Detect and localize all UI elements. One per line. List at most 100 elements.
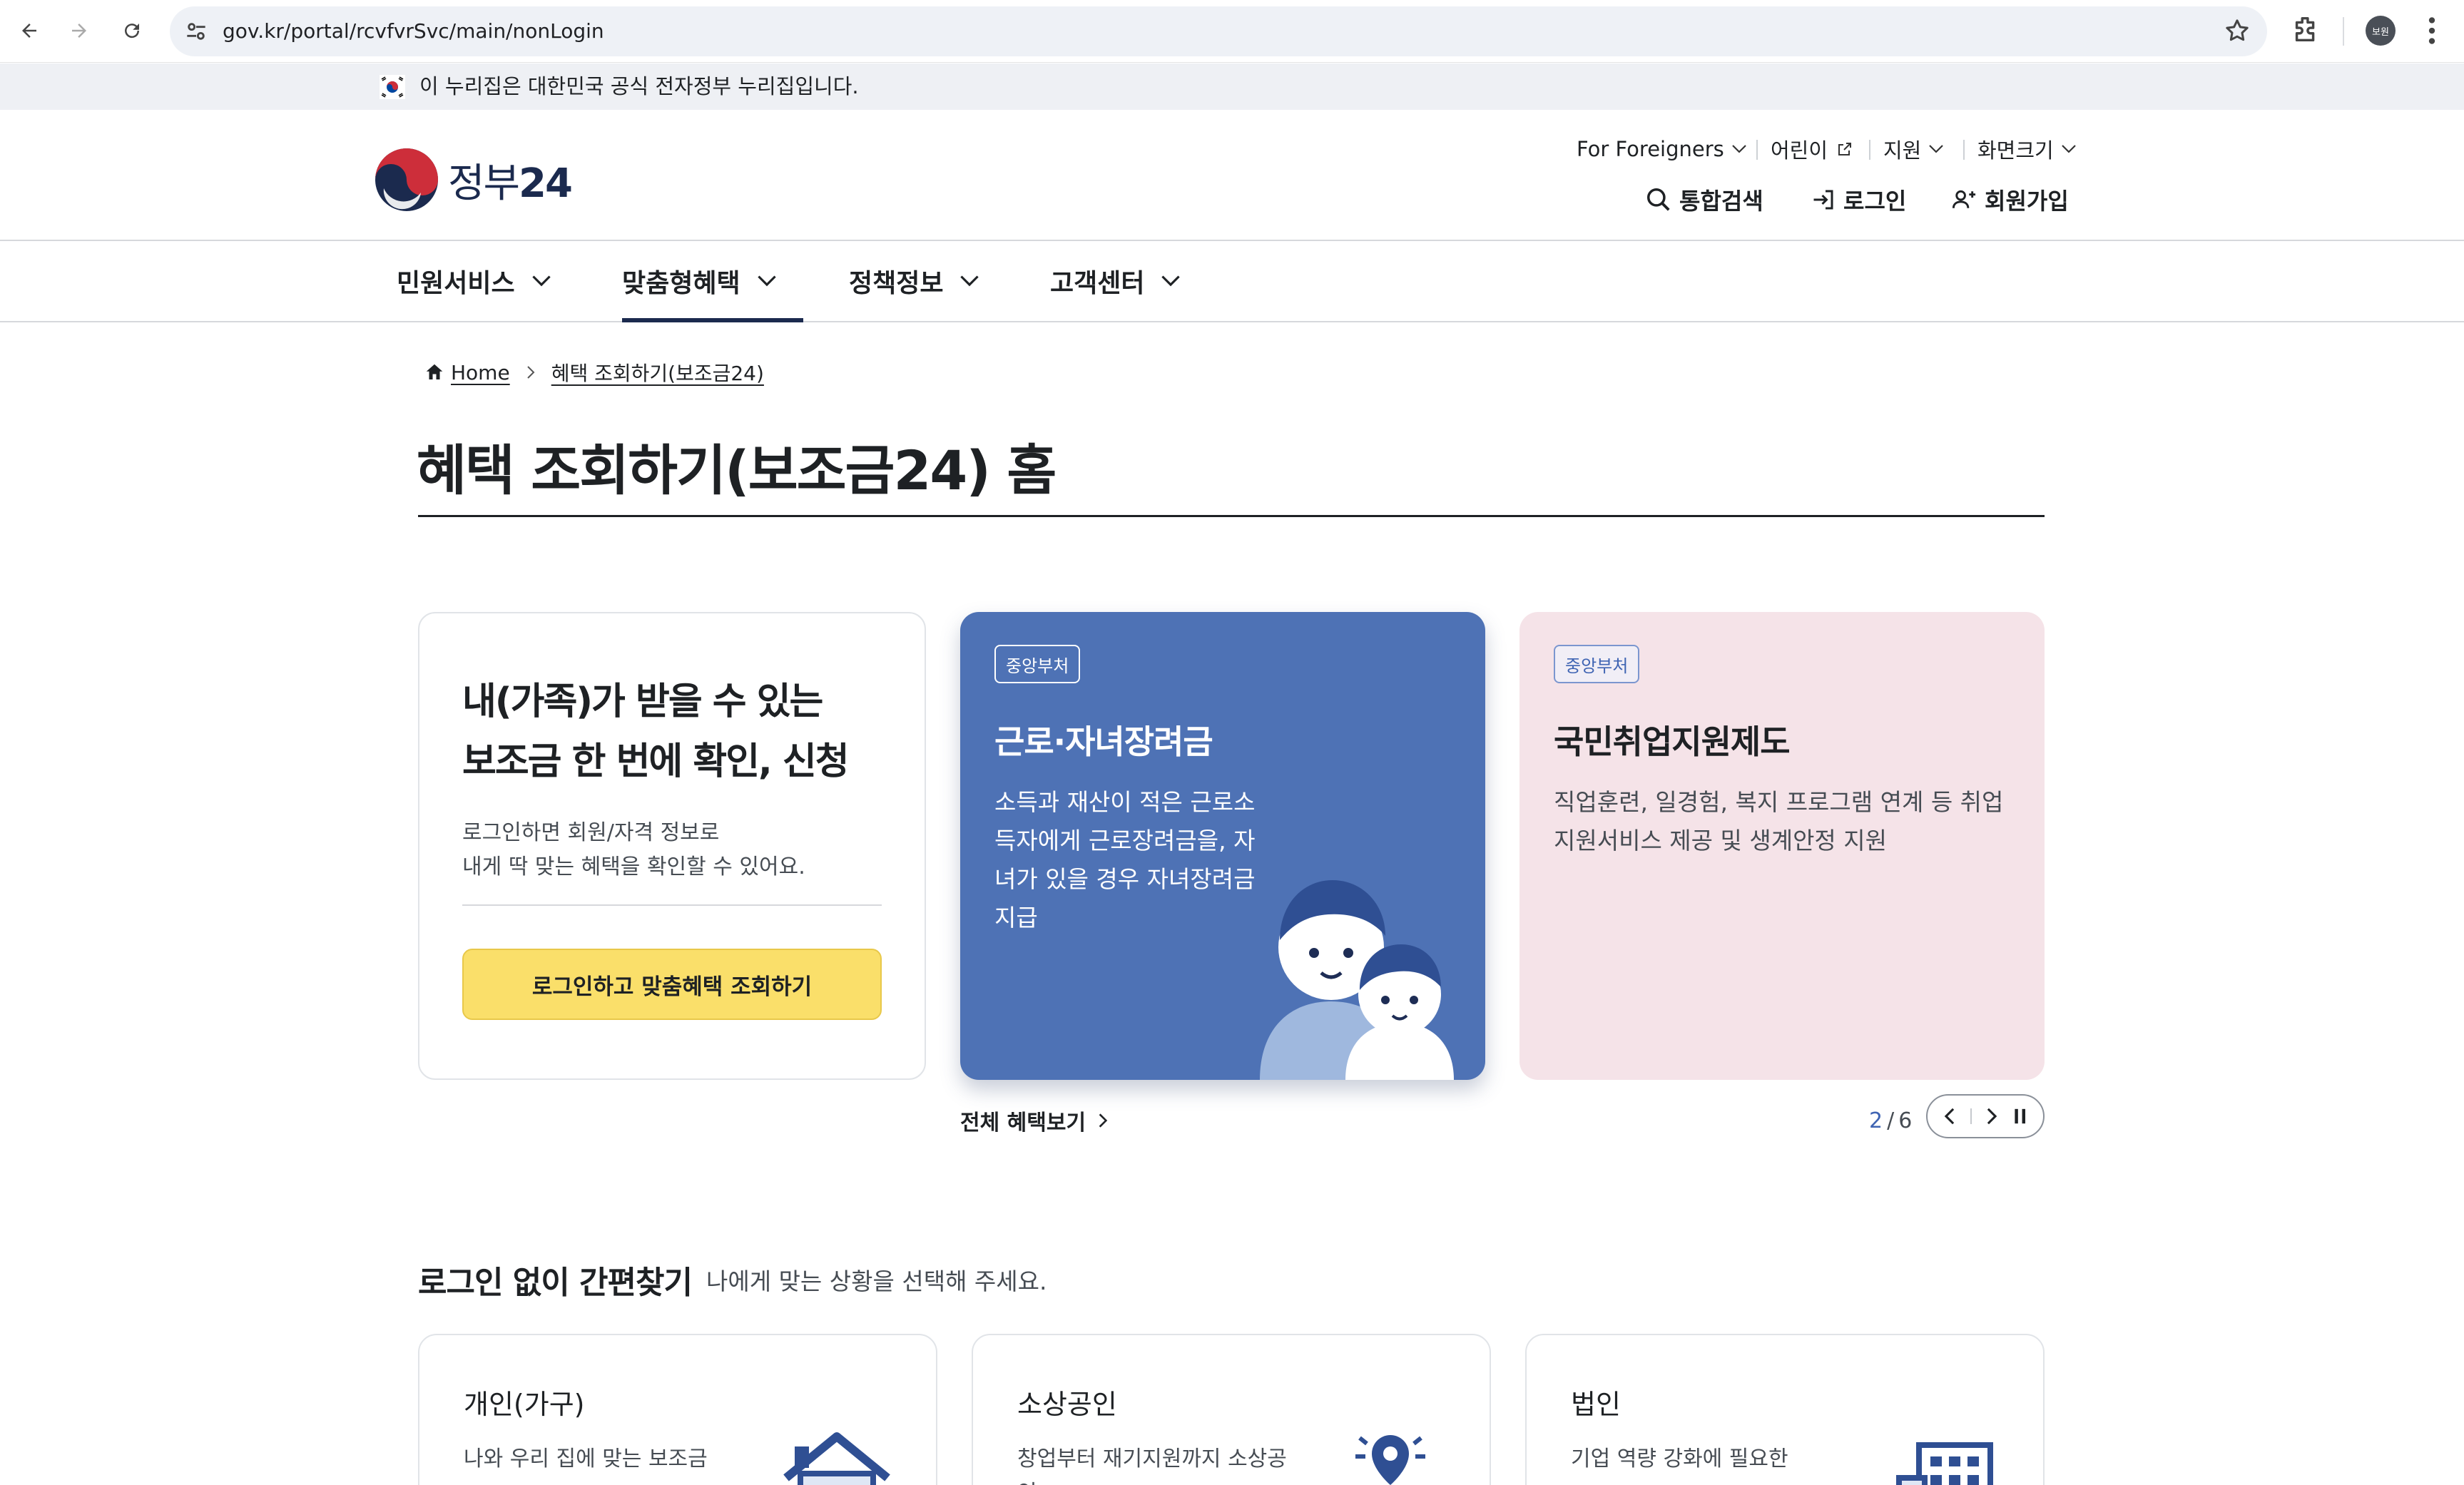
search-icon: [1647, 188, 1670, 211]
site-settings-icon[interactable]: [183, 18, 210, 45]
next-slide-icon[interactable]: [1985, 1106, 1999, 1126]
chevron-right-icon: [526, 366, 535, 379]
headline-line: 내(가족)가 받을 수 있는: [462, 680, 823, 723]
view-all-benefits-link[interactable]: 전체 혜택보기: [960, 1104, 1109, 1137]
korea-flag-icon: [380, 75, 405, 99]
logo-wordmark: 정부24: [448, 151, 573, 209]
screen-size-menu[interactable]: 화면크기: [1977, 131, 2077, 167]
home-icon: [426, 364, 443, 379]
carousel-controls: [1926, 1094, 2045, 1138]
utility-divider: [1869, 140, 1870, 160]
nav-item-custom-benefits[interactable]: 맞춤형혜택: [622, 241, 803, 322]
nav-item-label: 고객센터: [1050, 269, 1145, 298]
breadcrumb-home[interactable]: Home: [451, 361, 510, 384]
login-benefit-card: 내(가족)가 받을 수 있는 보조금 한 번에 확인, 신청 로그인하면 회원/…: [418, 612, 926, 1080]
for-foreigners-label: For Foreigners: [1577, 137, 1724, 161]
for-foreigners-menu[interactable]: For Foreigners: [1577, 131, 1747, 167]
prev-slide-icon[interactable]: [1943, 1106, 1957, 1126]
bookmark-star-icon[interactable]: [2223, 16, 2251, 45]
store-location-icon: [1355, 1435, 1425, 1485]
benefit-card-employment-support[interactable]: 중앙부처 국민취업지원제도 직업훈련, 일경험, 복지 프로그램 연계 등 취업…: [1519, 612, 2045, 1080]
pause-icon[interactable]: [2012, 1106, 2028, 1126]
quick-find-card-desc: 창업부터 재기지원까지 소상공인: [1017, 1446, 1287, 1485]
back-icon[interactable]: [13, 14, 46, 47]
support-menu[interactable]: 지원: [1883, 131, 1944, 167]
quick-find-subtitle: 나에게 맞는 상황을 선택해 주세요.: [706, 1267, 1047, 1295]
browser-menu-icon[interactable]: [2420, 13, 2444, 49]
headline-line: 보조금 한 번에 확인, 신청: [462, 740, 850, 783]
gov24-logo[interactable]: 정부24: [374, 144, 588, 215]
benefit-card-title: 국민취업지원제도: [1554, 723, 1791, 761]
reload-icon[interactable]: [116, 14, 148, 47]
address-bar[interactable]: gov.kr/portal/rcvfvrSvc/main/nonLogin: [170, 6, 2267, 56]
office-building-icon: [1896, 1442, 1993, 1485]
login-button[interactable]: 로그인: [1811, 180, 1906, 220]
total-pages: 6: [1898, 1108, 1913, 1133]
site-header: 정부24 For Foreigners 어린이 지원 화면크기 통합검색 로그인…: [0, 110, 2464, 241]
quick-find-small-business[interactable]: 소상공인 창업부터 재기지원까지 소상공인: [972, 1334, 1491, 1485]
kids-link[interactable]: 어린이: [1771, 131, 1853, 167]
view-all-label: 전체 혜택보기: [960, 1111, 1086, 1136]
quick-find-card-desc: 기업 역량 강화에 필요한: [1571, 1446, 1788, 1471]
page-title: 혜택 조회하기(보조금24) 홈: [417, 439, 1057, 502]
nav-item-customer-center[interactable]: 고객센터: [1050, 241, 1181, 321]
title-divider: [418, 515, 2045, 517]
nav-item-policy-info[interactable]: 정책정보: [849, 241, 980, 321]
quick-find-card-title: 소상공인: [1017, 1389, 1117, 1420]
toolbar-divider: [2343, 17, 2344, 46]
login-custom-benefit-button[interactable]: 로그인하고 맞춤혜택 조회하기: [462, 949, 882, 1020]
quick-find-corporation[interactable]: 법인 기업 역량 강화에 필요한: [1525, 1334, 2045, 1485]
chevron-down-icon: [1929, 145, 1944, 153]
support-label: 지원: [1883, 138, 1922, 163]
benefit-card-work-child-incentive[interactable]: 중앙부처 근로·자녀장려금 소득과 재산이 적은 근로소득자에게 근로장려금을,…: [960, 612, 1485, 1080]
quick-find-card-title: 개인(가구): [464, 1389, 585, 1420]
benefit-card-description: 직업훈련, 일경험, 복지 프로그램 연계 등 취업지원서비스 제공 및 생계안…: [1554, 788, 2004, 854]
extensions-icon[interactable]: [2290, 13, 2323, 46]
logo-word: 정부: [448, 160, 520, 207]
parent-child-illustration: [1260, 880, 1454, 1080]
quick-find-card-title: 법인: [1571, 1389, 1621, 1420]
description-line: 내게 딱 맞는 혜택을 확인할 수 있어요.: [462, 854, 805, 879]
login-label: 로그인: [1843, 188, 1907, 215]
carousel-page-indicator: 2 / 6: [1869, 1104, 1912, 1137]
breadcrumb: Home 혜택 조회하기(보조금24): [424, 357, 764, 388]
house-icon: [783, 1432, 890, 1485]
login-card-headline: 내(가족)가 받을 수 있는 보조금 한 번에 확인, 신청: [462, 672, 850, 792]
current-page: 2: [1869, 1108, 1883, 1133]
chevron-down-icon: [531, 275, 551, 287]
taegeuk-logo-icon: [375, 148, 438, 211]
browser-toolbar: gov.kr/portal/rcvfvrSvc/main/nonLogin 보원: [0, 0, 2464, 63]
chevron-down-icon: [960, 275, 979, 287]
chevron-down-icon: [1161, 275, 1181, 287]
official-site-text: 이 누리집은 대한민국 공식 전자정부 누리집입니다.: [419, 74, 859, 98]
main-navigation: 민원서비스 맞춤형혜택 정책정보 고객센터: [0, 241, 2464, 322]
screen-size-label: 화면크기: [1977, 138, 2054, 163]
benefit-card-title: 근로·자녀장려금: [994, 723, 1213, 761]
add-user-icon: [1952, 190, 1976, 208]
profile-avatar[interactable]: 보원: [2366, 16, 2396, 46]
url-text[interactable]: gov.kr/portal/rcvfvrSvc/main/nonLogin: [223, 6, 604, 56]
central-ministry-badge: 중앙부처: [994, 645, 1081, 683]
chevron-right-icon: [1099, 1113, 1108, 1128]
official-site-banner: 이 누리집은 대한민국 공식 전자정부 누리집입니다.: [0, 63, 2464, 110]
page-separator: /: [1887, 1108, 1895, 1133]
breadcrumb-current[interactable]: 혜택 조회하기(보조금24): [551, 358, 764, 387]
utility-divider: [1756, 140, 1758, 160]
quick-find-individual[interactable]: 개인(가구) 나와 우리 집에 맞는 보조금: [418, 1334, 937, 1485]
benefit-card-description: 소득과 재산이 적은 근로소득자에게 근로장려금을, 자녀가 있을 경우 자녀장…: [994, 788, 1256, 932]
nav-item-label: 민원서비스: [397, 269, 515, 298]
nav-item-civil-services[interactable]: 민원서비스: [397, 241, 552, 321]
forward-icon[interactable]: [63, 14, 96, 47]
login-card-divider: [462, 904, 882, 906]
login-icon: [1813, 190, 1833, 210]
utility-divider: [1963, 140, 1965, 160]
logo-number: 24: [519, 160, 573, 207]
chevron-down-icon: [2061, 145, 2076, 153]
nav-item-label: 정책정보: [849, 269, 944, 298]
nav-item-label: 맞춤형혜택: [622, 269, 740, 298]
kids-label: 어린이: [1771, 138, 1828, 163]
integrated-search-button[interactable]: 통합검색: [1645, 180, 1763, 220]
signup-button[interactable]: 회원가입: [1950, 180, 2069, 220]
signup-label: 회원가입: [1985, 188, 2069, 215]
integrated-search-label: 통합검색: [1679, 188, 1763, 215]
